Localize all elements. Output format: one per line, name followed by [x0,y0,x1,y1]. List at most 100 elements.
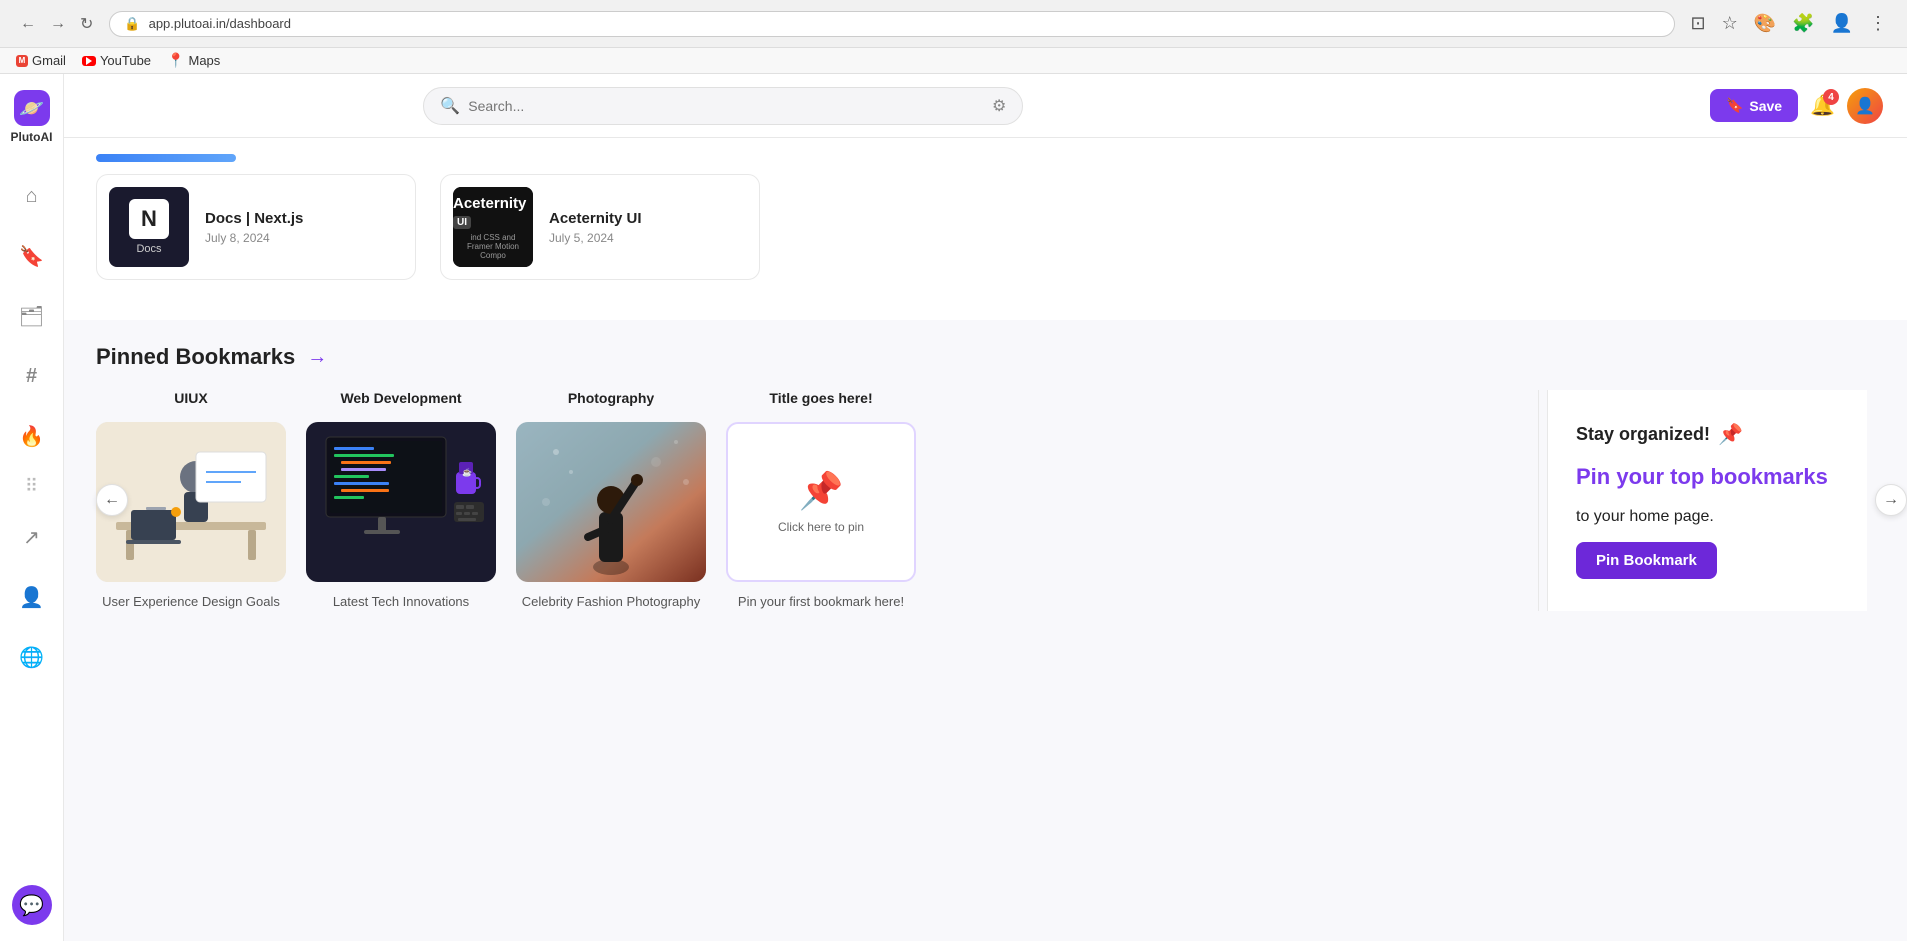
scroll-left-button[interactable]: ← [96,484,128,516]
maps-label: Maps [188,53,220,68]
logo-wrap: 🪐 PlutoAI [11,90,53,144]
extensions-button[interactable]: 🧩 [1788,9,1818,38]
notification-button[interactable]: 🔔 4 [1810,93,1835,118]
scroll-right-button[interactable]: → [1875,484,1907,516]
sidebar-item-trend[interactable]: 🔥 [12,416,52,456]
blue-bar-card: N Docs Docs | Next.js July 8, 2024 [96,154,416,280]
photography-label: Photography [568,390,654,406]
sidebar-dots: ⠿ [25,476,38,497]
aceternity-card-info: Aceternity UI July 5, 2024 [549,210,642,245]
photography-image[interactable] [516,422,706,582]
globe-icon: 🌐 [19,645,44,670]
url-text: app.plutoai.in/dashboard [149,16,291,31]
share-icon: ↗ [23,525,40,550]
tag-icon: # [26,365,37,388]
app-container: 🪐 PlutoAI ⌂ 🔖 🗂 # 🔥 ⠿ ↗ [0,74,1907,941]
chat-icon: 💬 [19,893,44,918]
search-input[interactable] [468,98,984,114]
sidebar-item-folder[interactable]: 🗂 [12,296,52,336]
logo-icon: 🪐 [19,96,44,121]
flame-icon: 🔥 [19,424,44,449]
sidebar-item-bookmark[interactable]: 🔖 [12,236,52,276]
scroll-right-wrap: → [1867,390,1875,611]
save-label: Save [1749,98,1782,114]
pin-bookmark-button[interactable]: Pin Bookmark [1576,542,1717,579]
star-button[interactable]: ☆ [1718,9,1742,38]
home-icon: ⌂ [25,185,37,208]
sidebar-item-share[interactable]: ↗ [12,517,52,557]
avatar[interactable]: 👤 [1847,88,1883,124]
browser-actions: ⊡ ☆ 🎨 🧩 👤 ⋮ [1687,9,1892,38]
docs-thumbnail: N Docs [109,187,189,267]
bookmark-gmail[interactable]: M Gmail [16,53,66,68]
svg-text:☕: ☕ [462,467,472,477]
sidebar-item-tag[interactable]: # [12,356,52,396]
aceternity-thumb-content: Aceternity UI ind CSS and Framer Motion … [453,187,533,267]
aceternity-title-text: Aceternity UI [453,195,533,229]
app-header: 🔍 ⚙ 🔖 Save 🔔 4 👤 [64,74,1907,138]
empty-caption: Pin your first bookmark here! [738,594,904,611]
address-bar[interactable]: 🔒 app.plutoai.in/dashboard [109,11,1674,37]
pin-icon-large: 📌 [799,470,844,512]
uiux-label: UIUX [174,390,207,406]
sidebar: 🪐 PlutoAI ⌂ 🔖 🗂 # 🔥 ⠿ ↗ [0,74,64,941]
pinned-title: Pinned Bookmarks [96,344,295,370]
photography-caption: Celebrity Fashion Photography [522,594,701,611]
sidebar-item-home[interactable]: ⌂ [12,176,52,216]
filter-icon[interactable]: ⚙ [992,96,1006,116]
photography-svg [516,422,706,582]
pinned-arrow[interactable]: → [307,346,327,369]
folder-icon: 🗂 [19,304,44,329]
aceternity-thumbnail: Aceternity UI ind CSS and Framer Motion … [453,187,533,267]
webdev-image[interactable]: ☕ [306,422,496,582]
browser-nav-buttons: ← → ↻ [16,10,97,38]
pin-bookmark-label: Pin Bookmark [1596,552,1697,569]
browser-bar: ← → ↻ 🔒 app.plutoai.in/dashboard ⊡ ☆ 🎨 🧩… [0,0,1907,48]
color-picker-button[interactable]: 🎨 [1750,9,1780,38]
recent-cards-row: N Docs Docs | Next.js July 8, 2024 [96,138,1875,296]
refresh-button[interactable]: ↻ [76,10,97,38]
aceternity-sub-text: ind CSS and Framer Motion Compo [453,233,533,260]
youtube-label: YouTube [100,53,151,68]
people-icon: 👤 [19,585,44,610]
cast-button[interactable]: ⊡ [1687,9,1710,38]
docs-thumb-label: Docs [136,243,161,255]
back-button[interactable]: ← [16,11,40,37]
pinned-section: Pinned Bookmarks → ← UIUX [64,320,1907,635]
more-button[interactable]: ⋮ [1865,9,1891,38]
sidebar-item-people[interactable]: 👤 [12,577,52,617]
webdev-caption: Latest Tech Innovations [333,594,469,611]
stay-pin-icon: 📌 [1718,422,1743,447]
docs-n-letter: N [129,199,169,239]
webdev-svg: ☕ [306,422,496,582]
search-bar[interactable]: 🔍 ⚙ [423,87,1023,125]
sidebar-item-chat[interactable]: 💬 [12,885,52,925]
bookmark-youtube[interactable]: YouTube [82,53,151,68]
bookmark-maps[interactable]: 📍 Maps [167,52,220,69]
stay-organized-text: Stay organized! [1576,424,1710,445]
main-content: N Docs Docs | Next.js July 8, 2024 [64,138,1907,941]
bookmark-card-aceternity[interactable]: Aceternity UI ind CSS and Framer Motion … [440,174,760,280]
save-button[interactable]: 🔖 Save [1710,89,1798,122]
aceternity-card-date: July 5, 2024 [549,231,642,245]
stay-highlight-text: Pin your top bookmarks [1576,463,1839,492]
save-icon: 🔖 [1726,97,1743,114]
bookmarks-bar: M Gmail YouTube 📍 Maps [0,48,1907,74]
logo-button[interactable]: 🪐 [14,90,50,126]
header-right: 🔖 Save 🔔 4 👤 [1710,88,1883,124]
sidebar-bottom: 💬 [12,885,52,925]
notification-badge: 4 [1823,89,1839,105]
pinned-card-photography: Photography [516,390,706,611]
stay-organized-title: Stay organized! 📌 [1576,422,1839,447]
profile-button[interactable]: 👤 [1827,9,1857,38]
stay-subtitle-text: to your home page. [1576,508,1839,526]
pinned-header: Pinned Bookmarks → [96,344,1875,370]
bookmark-card-docs[interactable]: N Docs Docs | Next.js July 8, 2024 [96,174,416,280]
empty-pin-card[interactable]: 📌 Click here to pin [726,422,916,582]
aceternity-card-title: Aceternity UI [549,210,642,227]
sidebar-item-globe[interactable]: 🌐 [12,637,52,677]
pinned-card-webdev: Web Development [306,390,496,611]
forward-button[interactable]: → [46,11,70,37]
lock-icon: 🔒 [124,16,140,32]
logo-label: PlutoAI [11,130,53,144]
